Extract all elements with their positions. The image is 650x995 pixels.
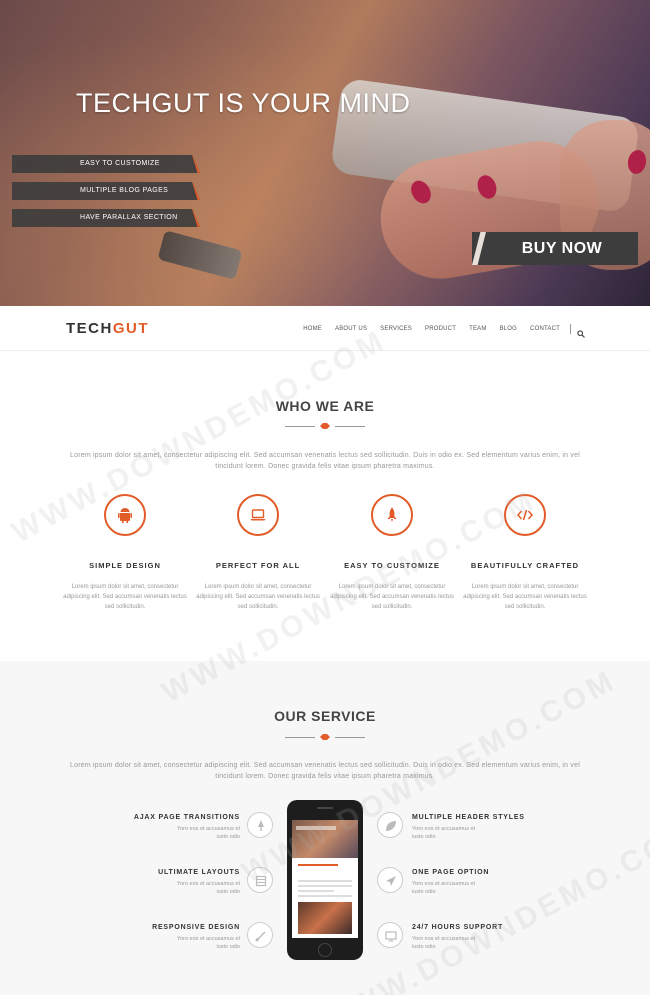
logo-text-main: TECH <box>66 320 113 337</box>
nav-item-blog[interactable]: BLOG <box>500 326 517 332</box>
our-service-desc: Lorem ipsum dolor sit amet, consectetur … <box>70 762 580 780</box>
service-title: RESPONSIVE DESIGN <box>152 924 240 931</box>
code-icon <box>504 494 546 536</box>
feature-title: PERFECT FOR ALL <box>215 561 301 570</box>
feature-title: BEAUTIFULLY CRAFTED <box>470 561 580 570</box>
who-we-are-desc: Lorem ipsum dolor sit amet, consectetur … <box>70 452 580 470</box>
phone-screen <box>292 820 358 938</box>
feature-text: Lorem ipsum dolor sit amet, consectetur … <box>63 584 187 610</box>
nav-item-about[interactable]: ABOUT US <box>335 326 367 332</box>
nav-separator <box>570 324 571 334</box>
hero-tag: EASY TO CUSTOMIZE <box>12 155 200 173</box>
service-text: Yoro eos et accusamus et iusto odio <box>412 881 476 895</box>
our-service-title: OUR SERVICE <box>274 708 376 724</box>
hero-tag: MULTIPLE BLOG PAGES <box>12 182 200 200</box>
service-text: Yoro eos et accusamus et iusto odio <box>176 826 240 840</box>
phone-home-button <box>318 943 332 957</box>
feature-title: EASY TO CUSTOMIZE <box>344 561 440 570</box>
nav-item-product[interactable]: PRODUCT <box>425 326 456 332</box>
section-divider <box>285 422 365 430</box>
search-icon[interactable] <box>577 325 585 338</box>
logo-text-accent: GUT <box>112 320 150 337</box>
service-text: Yoro eos et accusamus et iusto odio <box>412 936 476 950</box>
feature-easy-to-customize: EASY TO CUSTOMIZE Lorem ipsum dolor sit … <box>325 494 459 612</box>
feature-text: Lorem ipsum dolor sit amet, consectetur … <box>330 584 454 610</box>
monitor-icon <box>377 922 403 948</box>
feature-title: SIMPLE DESIGN <box>89 561 161 570</box>
service-title: MULTIPLE HEADER STYLES <box>412 814 525 821</box>
service-item: 24/7 HOURS SUPPORT Yoro eos et accusamus… <box>412 924 542 951</box>
service-title: ULTIMATE LAYOUTS <box>158 869 240 876</box>
service-item: MULTIPLE HEADER STYLES Yoro eos et accus… <box>412 814 542 841</box>
nav-item-services[interactable]: SERVICES <box>380 326 412 332</box>
phone-screen-image <box>298 902 352 934</box>
feature-perfect-for-all: PERFECT FOR ALL Lorem ipsum dolor sit am… <box>191 494 325 612</box>
service-item: AJAX PAGE TRANSITIONS Yoro eos et accusa… <box>110 814 240 841</box>
tree-icon <box>247 812 273 838</box>
phone-screen-image <box>292 820 358 858</box>
service-item: RESPONSIVE DESIGN Yoro eos et accusamus … <box>110 924 240 951</box>
site-logo[interactable]: TECHGUT <box>66 320 149 337</box>
feature-text: Lorem ipsum dolor sit amet, consectetur … <box>463 584 587 610</box>
nav-item-contact[interactable]: CONTACT <box>530 326 560 332</box>
brush-icon <box>247 922 273 948</box>
section-divider <box>285 733 365 741</box>
buy-now-button[interactable]: BUY NOW <box>472 232 638 265</box>
nav-item-team[interactable]: TEAM <box>469 326 486 332</box>
phone-mockup <box>287 800 363 960</box>
feature-text: Lorem ipsum dolor sit amet, consectetur … <box>196 584 320 610</box>
hero-banner: TECHGUT IS YOUR MIND EASY TO CUSTOMIZE M… <box>0 0 650 306</box>
service-text: Yoro eos et accusamus et iusto odio <box>176 936 240 950</box>
phone-speaker <box>317 807 333 809</box>
main-navbar: TECHGUT HOME ABOUT US SERVICES PRODUCT T… <box>0 306 650 351</box>
feature-simple-design: SIMPLE DESIGN Lorem ipsum dolor sit amet… <box>58 494 192 612</box>
laptop-icon <box>237 494 279 536</box>
rocket-icon <box>371 494 413 536</box>
nav-item-home[interactable]: HOME <box>303 326 322 332</box>
layers-icon <box>247 867 273 893</box>
nav-menu: HOME ABOUT US SERVICES PRODUCT TEAM BLOG… <box>290 324 585 338</box>
hero-tag: HAVE PARALLAX SECTION <box>12 209 200 227</box>
service-item: ULTIMATE LAYOUTS Yoro eos et accusamus e… <box>110 869 240 896</box>
hero-title: TECHGUT IS YOUR MIND <box>76 88 411 118</box>
service-text: Yoro eos et accusamus et iusto odio <box>412 826 476 840</box>
feature-beautifully-crafted: BEAUTIFULLY CRAFTED Lorem ipsum dolor si… <box>458 494 592 612</box>
phone-screen-text <box>298 880 352 900</box>
service-text: Yoro eos et accusamus et iusto odio <box>176 881 240 895</box>
service-title: 24/7 HOURS SUPPORT <box>412 924 504 931</box>
service-title: AJAX PAGE TRANSITIONS <box>133 814 240 821</box>
who-we-are-title: WHO WE ARE <box>275 398 375 414</box>
android-icon <box>104 494 146 536</box>
service-title: ONE PAGE OPTION <box>412 869 490 876</box>
service-item: ONE PAGE OPTION Yoro eos et accusamus et… <box>412 869 542 896</box>
leaf-icon <box>377 812 403 838</box>
plane-icon <box>377 867 403 893</box>
